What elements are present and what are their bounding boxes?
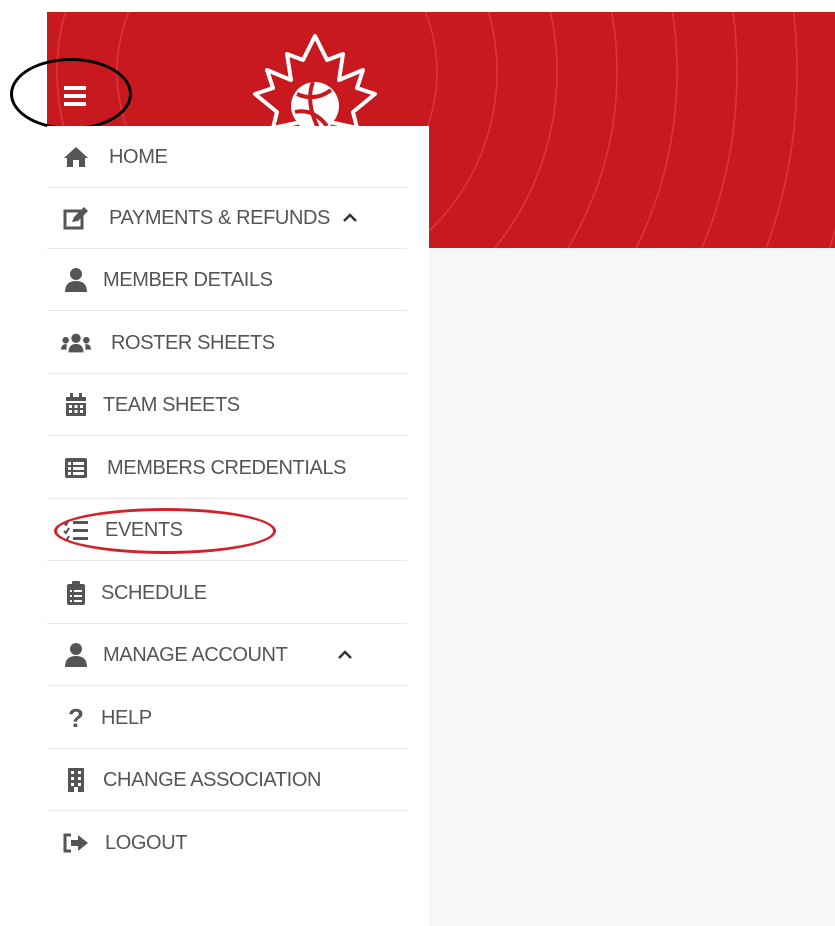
main-content-area	[425, 248, 835, 926]
tasks-icon	[61, 517, 91, 543]
sidebar-item-roster-sheets[interactable]: ROSTER SHEETS	[47, 313, 407, 374]
question-icon: ?	[68, 702, 84, 733]
chevron-up-icon[interactable]	[342, 209, 358, 227]
clipboard-icon	[61, 580, 91, 606]
user-icon	[61, 267, 91, 293]
sign-out-icon	[61, 830, 91, 856]
sidebar-menu: HOME PAYMENTS & REFUNDS MEMBER DETAILS R…	[47, 126, 429, 926]
sidebar-item-label: TEAM SHEETS	[103, 393, 240, 416]
list-icon	[61, 455, 91, 481]
users-icon	[61, 330, 91, 356]
sidebar-item-label: LOGOUT	[105, 831, 188, 854]
sidebar-item-label: MEMBER DETAILS	[103, 268, 273, 291]
chevron-up-icon[interactable]	[337, 646, 353, 664]
sidebar-item-label: PAYMENTS & REFUNDS	[109, 206, 330, 229]
sidebar-item-schedule[interactable]: SCHEDULE	[47, 563, 407, 624]
sidebar-item-team-sheets[interactable]: TEAM SHEETS	[47, 375, 407, 436]
sidebar-item-manage-account[interactable]: MANAGE ACCOUNT	[47, 625, 407, 686]
sidebar-item-member-details[interactable]: MEMBER DETAILS	[47, 250, 407, 311]
sidebar-item-label: CHANGE ASSOCIATION	[103, 768, 322, 791]
sidebar-item-label: HOME	[109, 145, 168, 168]
sidebar-item-label: HELP	[101, 706, 152, 729]
menu-icon-bar	[64, 86, 86, 90]
menu-icon-bar	[64, 102, 86, 106]
user-icon	[61, 642, 91, 668]
sidebar-item-home[interactable]: HOME	[47, 127, 407, 188]
sidebar-item-label: EVENTS	[105, 518, 183, 541]
building-icon	[61, 767, 91, 793]
calendar-icon	[61, 392, 91, 418]
sidebar-item-label: ROSTER SHEETS	[111, 331, 275, 354]
sidebar-item-events[interactable]: EVENTS	[47, 500, 407, 561]
menu-icon-bar	[64, 94, 86, 98]
sidebar-item-members-credentials[interactable]: MEMBERS CREDENTIALS	[47, 438, 407, 499]
sidebar-item-logout[interactable]: LOGOUT	[47, 813, 407, 873]
sidebar-item-help[interactable]: ? HELP	[47, 688, 407, 749]
hamburger-menu-button[interactable]	[62, 82, 96, 110]
sidebar-item-label: SCHEDULE	[101, 581, 207, 604]
sidebar-item-payments-refunds[interactable]: PAYMENTS & REFUNDS	[47, 188, 407, 249]
home-icon	[61, 144, 91, 170]
sidebar-item-label: MEMBERS CREDENTIALS	[107, 456, 347, 479]
edit-icon	[61, 205, 91, 231]
sidebar-item-change-association[interactable]: CHANGE ASSOCIATION	[47, 750, 407, 811]
sidebar-item-label: MANAGE ACCOUNT	[103, 643, 288, 666]
